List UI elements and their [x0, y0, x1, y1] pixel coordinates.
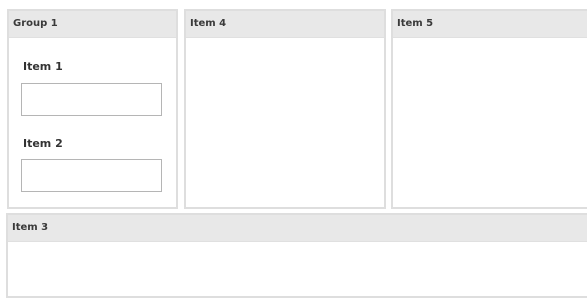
- item-2-input[interactable]: [21, 159, 162, 192]
- item-5-panel: Item 5: [391, 9, 587, 209]
- group-1-panel: Group 1 Item 1 Item 2: [7, 9, 178, 209]
- group-1-header: Group 1: [9, 11, 176, 38]
- item-4-header: Item 4: [186, 11, 384, 38]
- item-4-panel: Item 4: [184, 9, 386, 209]
- item-2-label: Item 2: [23, 137, 63, 150]
- item-3-panel: Item 3: [6, 213, 587, 298]
- item-1-input[interactable]: [21, 83, 162, 116]
- item-5-header: Item 5: [393, 11, 587, 38]
- item-1-label: Item 1: [23, 60, 63, 73]
- item-3-header: Item 3: [8, 215, 587, 242]
